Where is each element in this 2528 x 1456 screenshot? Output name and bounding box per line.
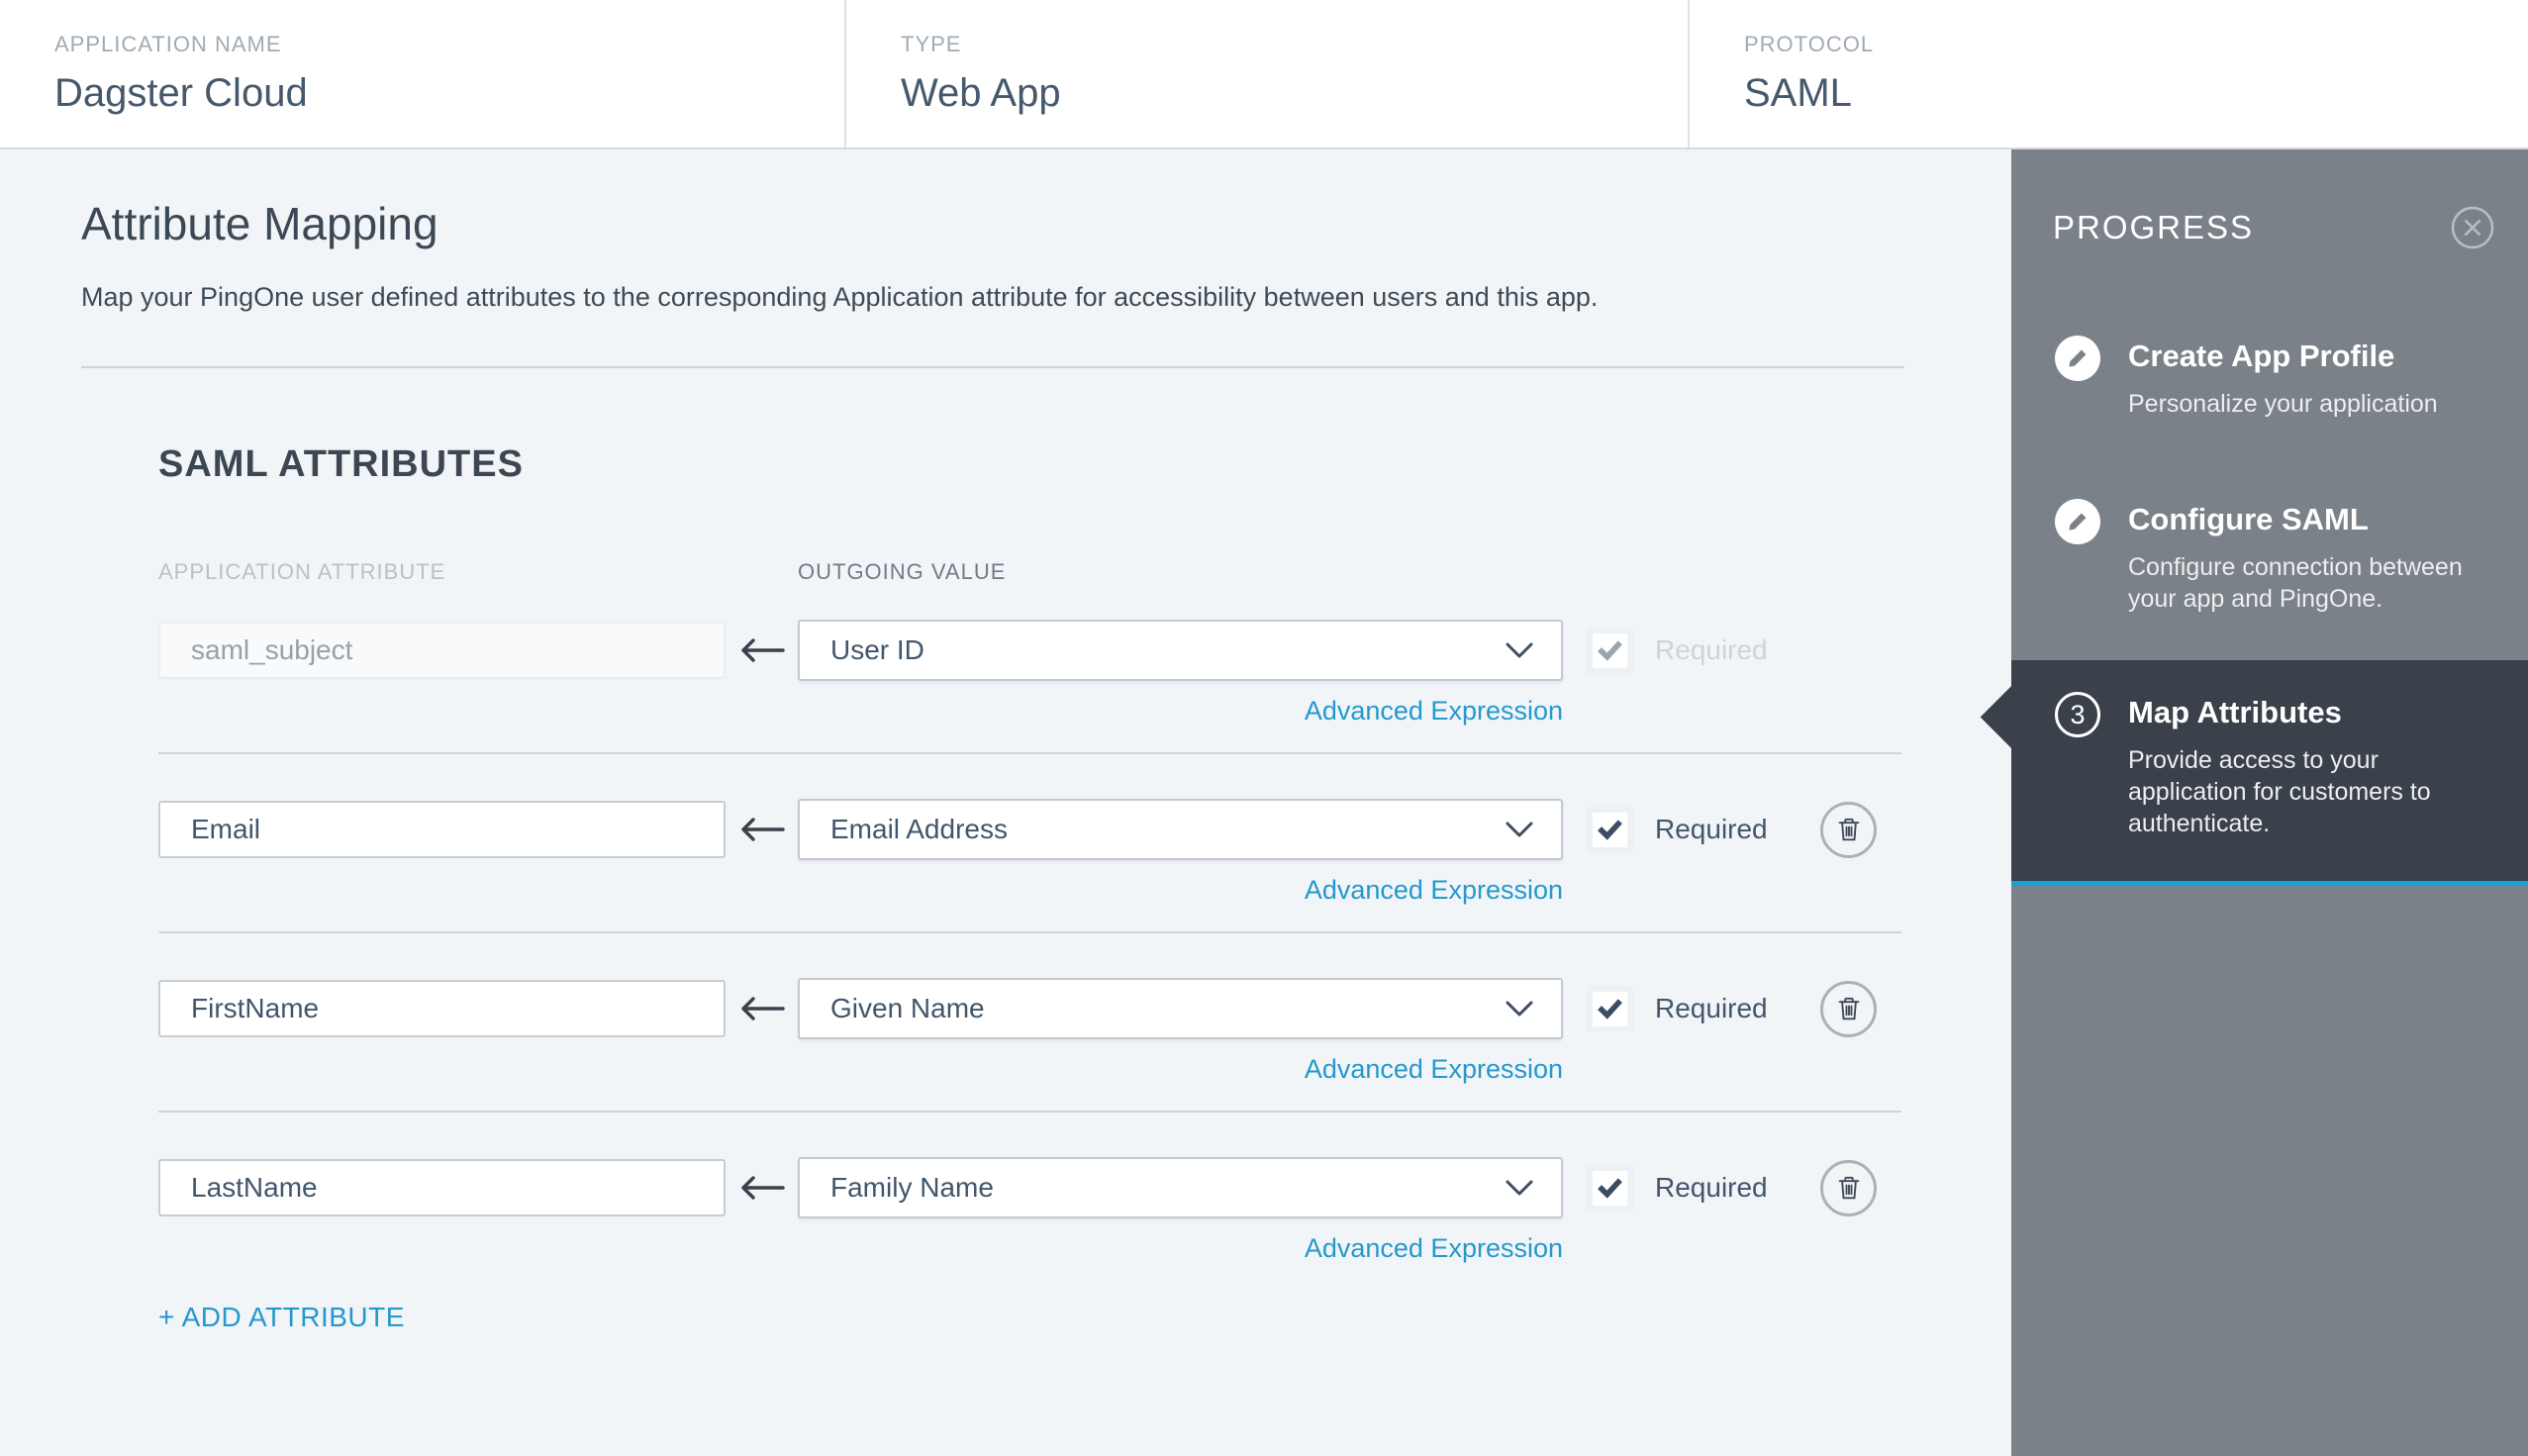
outgoing-value-selected: Family Name (830, 1172, 994, 1203)
required-label: Required (1655, 993, 1768, 1023)
advanced-expression-link[interactable]: Advanced Expression (1305, 1233, 1563, 1263)
outgoing-value-select[interactable]: Family Name (798, 1157, 1563, 1218)
step-title: Create App Profile (2128, 339, 2395, 373)
header-field-protocol: PROTOCOL SAML (1690, 0, 2528, 147)
progress-step[interactable]: 3 Map Attributes Provide access to your … (2011, 660, 2528, 886)
page-title: Attribute Mapping (81, 198, 438, 249)
outgoing-value-select[interactable]: Given Name (798, 978, 1563, 1039)
delete-attribute-button[interactable] (1820, 1159, 1877, 1216)
required-label: Required (1655, 634, 1768, 665)
section-title: SAML ATTRIBUTES (158, 443, 524, 485)
arrow-left-icon (726, 815, 798, 844)
chevron-down-icon (1506, 1001, 1533, 1018)
advanced-expression-link[interactable]: Advanced Expression (1305, 696, 1563, 726)
delete-attribute-button[interactable] (1820, 801, 1877, 858)
column-headers: APPLICATION ATTRIBUTE OUTGOING VALUE (158, 559, 1901, 585)
saml-attributes-section: SAML ATTRIBUTES APPLICATION ATTRIBUTE OU… (158, 443, 1901, 1333)
header-field-label: APPLICATION NAME (54, 32, 282, 56)
outgoing-value-selected: Given Name (830, 993, 985, 1023)
chevron-down-icon (1506, 822, 1533, 838)
column-header-outgoing-value: OUTGOING VALUE (798, 559, 1007, 584)
application-attribute-input[interactable] (158, 801, 726, 858)
header-field-type: TYPE Web App (846, 0, 1690, 147)
trash-icon (1838, 1176, 1859, 1200)
outgoing-value-select[interactable]: User ID (798, 620, 1563, 681)
arrow-left-icon (726, 994, 798, 1023)
checkmark-icon (1593, 991, 1627, 1026)
app-window: APPLICATION NAME Dagster Cloud TYPE Web … (0, 0, 2528, 1456)
header-field-label: TYPE (901, 32, 962, 56)
advanced-expression-link[interactable]: Advanced Expression (1305, 875, 1563, 905)
step-number-badge: 3 (2055, 692, 2100, 737)
header-field-value: Web App (901, 71, 1061, 115)
required-checkbox[interactable] (1587, 985, 1633, 1032)
progress-header: PROGRESS (2011, 149, 2528, 250)
step-title: Configure SAML (2128, 502, 2369, 536)
progress-title: PROGRESS (2053, 209, 2255, 245)
add-attribute-button[interactable]: + ADD ATTRIBUTE (158, 1302, 405, 1333)
required-label: Required (1655, 814, 1768, 844)
trash-icon (1838, 818, 1859, 841)
trash-icon (1838, 997, 1859, 1020)
application-attribute-input[interactable] (158, 1159, 726, 1216)
required-checkbox[interactable] (1587, 1164, 1633, 1212)
header-field-value: SAML (1744, 71, 1852, 115)
step-description: Personalize your application (2128, 390, 2438, 418)
progress-step[interactable]: Configure SAML Configure connection betw… (2011, 499, 2528, 615)
step-description: Provide access to your application for c… (2128, 746, 2431, 837)
attribute-row: Given Name Required (158, 933, 1901, 1113)
progress-steps: Create App Profile Personalize your appl… (2011, 336, 2528, 886)
attribute-row: Email Address Required (158, 754, 1901, 933)
outgoing-value-selected: User ID (830, 634, 924, 665)
attribute-mapping-page: Attribute Mapping Map your PingOne user … (0, 149, 2011, 1456)
step-title: Map Attributes (2128, 695, 2342, 729)
application-attribute-input (158, 622, 726, 679)
application-attribute-input[interactable] (158, 980, 726, 1037)
checkmark-icon (1593, 812, 1627, 847)
attribute-rows: User ID Required (158, 605, 1901, 1264)
step-description: Configure connection between your app an… (2128, 553, 2463, 613)
required-checkbox[interactable] (1587, 806, 1633, 853)
divider (81, 366, 1904, 368)
column-header-application-attribute: APPLICATION ATTRIBUTE (158, 559, 446, 584)
outgoing-value-selected: Email Address (830, 814, 1008, 844)
page-description: Map your PingOne user defined attributes… (81, 282, 1599, 312)
checkmark-icon (1593, 1170, 1627, 1206)
delete-attribute-button[interactable] (1820, 980, 1877, 1037)
header-field-label: PROTOCOL (1744, 32, 1875, 56)
close-icon[interactable] (2450, 205, 2495, 250)
required-checkbox (1587, 627, 1633, 674)
arrow-left-icon (726, 1173, 798, 1203)
arrow-left-icon (726, 635, 798, 665)
required-label: Required (1655, 1172, 1768, 1203)
outgoing-value-select[interactable]: Email Address (798, 799, 1563, 860)
advanced-expression-link[interactable]: Advanced Expression (1305, 1054, 1563, 1084)
progress-panel: PROGRESS Create App Profile Personalize … (2011, 149, 2528, 1456)
pencil-icon (2055, 336, 2100, 381)
header-field-value: Dagster Cloud (54, 71, 308, 115)
pencil-icon (2055, 499, 2100, 544)
checkmark-icon (1593, 632, 1627, 668)
app-header: APPLICATION NAME Dagster Cloud TYPE Web … (0, 0, 2528, 149)
attribute-row: Family Name Required (158, 1113, 1901, 1264)
attribute-row: User ID Required (158, 605, 1901, 754)
chevron-down-icon (1506, 642, 1533, 659)
header-field-application-name: APPLICATION NAME Dagster Cloud (0, 0, 846, 147)
chevron-down-icon (1506, 1180, 1533, 1197)
progress-step[interactable]: Create App Profile Personalize your appl… (2011, 336, 2528, 420)
